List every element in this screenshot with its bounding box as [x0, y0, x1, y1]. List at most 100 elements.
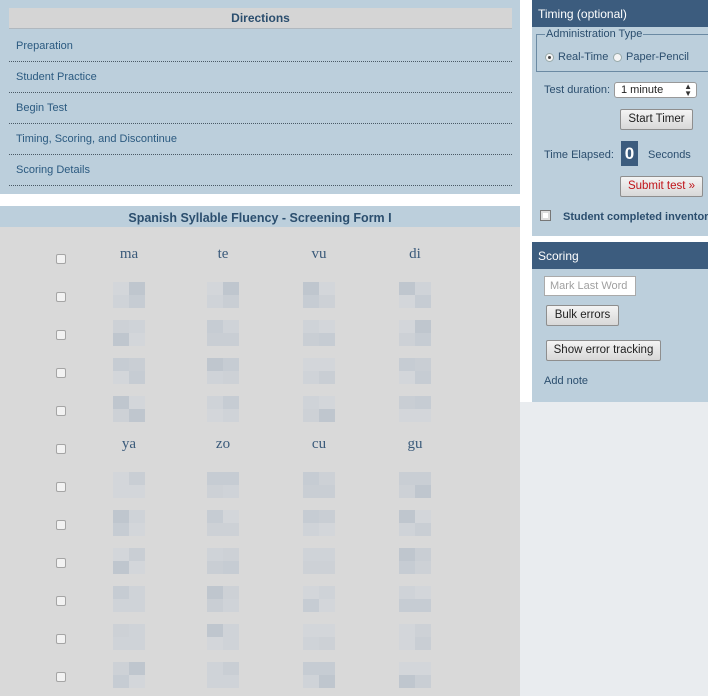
- row-checkbox[interactable]: [56, 520, 66, 530]
- directions-item-scoring-details[interactable]: Scoring Details: [9, 155, 512, 186]
- syllable[interactable]: te: [193, 246, 253, 263]
- administration-type-legend: Administration Type: [545, 28, 644, 40]
- show-error-tracking-button[interactable]: Show error tracking: [546, 340, 661, 361]
- mark-last-word-input[interactable]: [544, 276, 636, 296]
- syllable[interactable]: di: [385, 246, 445, 263]
- hidden-syllable[interactable]: [399, 282, 431, 308]
- directions-panel: Directions Preparation Student Practice …: [0, 0, 520, 194]
- hidden-syllable[interactable]: [399, 472, 431, 498]
- hidden-syllable[interactable]: [113, 282, 145, 308]
- hidden-syllable[interactable]: [399, 510, 431, 536]
- syllable-row: [0, 394, 520, 432]
- realtime-radio[interactable]: [545, 53, 554, 62]
- row-checkbox[interactable]: [56, 406, 66, 416]
- add-note-link[interactable]: Add note: [544, 375, 588, 387]
- hidden-syllable[interactable]: [207, 662, 239, 688]
- hidden-syllable[interactable]: [207, 586, 239, 612]
- empty-area: [520, 402, 708, 696]
- hidden-syllable[interactable]: [399, 358, 431, 384]
- directions-item-preparation[interactable]: Preparation: [9, 31, 512, 62]
- hidden-syllable[interactable]: [207, 472, 239, 498]
- row-checkbox[interactable]: [56, 444, 66, 454]
- hidden-syllable[interactable]: [113, 662, 145, 688]
- syllable-row: [0, 546, 520, 584]
- hidden-syllable[interactable]: [303, 548, 335, 574]
- hidden-syllable[interactable]: [113, 510, 145, 536]
- hidden-syllable[interactable]: [399, 586, 431, 612]
- hidden-syllable[interactable]: [399, 548, 431, 574]
- hidden-syllable[interactable]: [207, 320, 239, 346]
- syllable[interactable]: vu: [289, 246, 349, 263]
- row-checkbox[interactable]: [56, 330, 66, 340]
- time-elapsed-label: Time Elapsed:: [544, 149, 614, 161]
- syllable[interactable]: zo: [193, 436, 253, 453]
- hidden-syllable[interactable]: [399, 396, 431, 422]
- hidden-syllable[interactable]: [113, 586, 145, 612]
- test-duration-label: Test duration:: [544, 84, 611, 96]
- row-checkbox[interactable]: [56, 292, 66, 302]
- hidden-syllable[interactable]: [399, 320, 431, 346]
- bulk-errors-button[interactable]: Bulk errors: [546, 305, 619, 326]
- row-checkbox[interactable]: [56, 672, 66, 682]
- hidden-syllable[interactable]: [113, 548, 145, 574]
- select-arrows-icon: ▲ ▼: [684, 82, 692, 98]
- syllable[interactable]: ma: [99, 246, 159, 263]
- syllable-row: [0, 356, 520, 394]
- directions-list: Preparation Student Practice Begin Test …: [9, 31, 512, 186]
- paper-pencil-label[interactable]: Paper-Pencil: [626, 51, 689, 63]
- realtime-label[interactable]: Real-Time: [558, 51, 608, 63]
- time-elapsed-unit: Seconds: [648, 149, 691, 161]
- directions-item-timing-scoring[interactable]: Timing, Scoring, and Discontinue: [9, 124, 512, 155]
- hidden-syllable[interactable]: [113, 396, 145, 422]
- scoring-header: Scoring: [532, 242, 708, 269]
- row-checkbox[interactable]: [56, 368, 66, 378]
- hidden-syllable[interactable]: [113, 472, 145, 498]
- hidden-syllable[interactable]: [207, 282, 239, 308]
- hidden-syllable[interactable]: [113, 358, 145, 384]
- time-elapsed-value: 0: [621, 141, 638, 166]
- test-title: Spanish Syllable Fluency - Screening For…: [0, 206, 520, 227]
- hidden-syllable[interactable]: [399, 662, 431, 688]
- hidden-syllable[interactable]: [207, 358, 239, 384]
- start-timer-button[interactable]: Start Timer: [620, 109, 693, 130]
- hidden-syllable[interactable]: [303, 586, 335, 612]
- row-checkbox[interactable]: [56, 558, 66, 568]
- hidden-syllable[interactable]: [303, 510, 335, 536]
- hidden-syllable[interactable]: [207, 624, 239, 650]
- row-checkbox[interactable]: [56, 596, 66, 606]
- syllable-row: [0, 280, 520, 318]
- syllable[interactable]: ya: [99, 436, 159, 453]
- hidden-syllable[interactable]: [303, 662, 335, 688]
- submit-test-button[interactable]: Submit test »: [620, 176, 703, 197]
- hidden-syllable[interactable]: [113, 320, 145, 346]
- student-completed-label[interactable]: Student completed inventory: [563, 211, 708, 223]
- syllable-row: [0, 508, 520, 546]
- row-checkbox[interactable]: [56, 634, 66, 644]
- test-duration-select[interactable]: 1 minute ▲ ▼: [614, 82, 697, 98]
- hidden-syllable[interactable]: [303, 282, 335, 308]
- student-completed-checkbox[interactable]: [540, 210, 551, 221]
- hidden-syllable[interactable]: [303, 472, 335, 498]
- hidden-syllable[interactable]: [303, 358, 335, 384]
- hidden-syllable[interactable]: [113, 624, 145, 650]
- hidden-syllable[interactable]: [399, 624, 431, 650]
- hidden-syllable[interactable]: [303, 624, 335, 650]
- syllable[interactable]: cu: [289, 436, 349, 453]
- paper-pencil-radio[interactable]: [613, 53, 622, 62]
- test-duration-value: 1 minute: [621, 84, 664, 96]
- directions-item-student-practice[interactable]: Student Practice: [9, 62, 512, 93]
- hidden-syllable[interactable]: [207, 548, 239, 574]
- syllable-row: ya zo cu gu: [0, 432, 520, 470]
- hidden-syllable[interactable]: [303, 396, 335, 422]
- directions-title: Directions: [9, 8, 512, 29]
- timing-header: Timing (optional): [532, 0, 708, 27]
- hidden-syllable[interactable]: [207, 510, 239, 536]
- syllable[interactable]: gu: [385, 436, 445, 453]
- hidden-syllable[interactable]: [303, 320, 335, 346]
- syllable-row: [0, 622, 520, 660]
- hidden-syllable[interactable]: [207, 396, 239, 422]
- row-checkbox[interactable]: [56, 482, 66, 492]
- row-checkbox[interactable]: [56, 254, 66, 264]
- directions-item-begin-test[interactable]: Begin Test: [9, 93, 512, 124]
- scoring-panel: Scoring Bulk errors Show error tracking …: [532, 242, 708, 402]
